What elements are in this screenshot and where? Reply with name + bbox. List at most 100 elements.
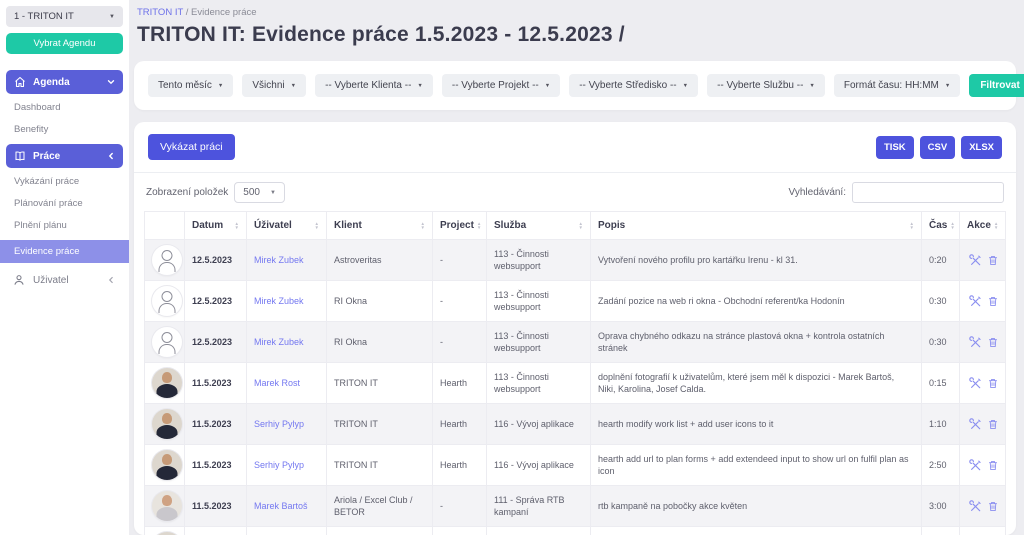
tisk-button[interactable]: TISK [876, 135, 914, 159]
filtrovat-button[interactable]: Filtrovat [969, 74, 1024, 97]
sort-icon[interactable]: ▲ ▼ [315, 221, 319, 230]
cell-project: - [432, 321, 487, 363]
cell-cas: 0:30 [921, 280, 960, 322]
csv-button[interactable]: CSV [919, 135, 956, 159]
user-link[interactable]: Serhiy Pylyp [254, 460, 304, 470]
sidebar-item-dashboard[interactable]: Dashboard [6, 97, 123, 119]
app-window: 1 - TRITON IT ▼ Vybrat Agendu Agenda Das… [0, 0, 1024, 535]
cell-popis: Zadání pozice na web ri okna - Obchodní … [590, 280, 922, 322]
sort-icon[interactable]: ▲ ▼ [477, 221, 481, 230]
tools-icon[interactable] [968, 294, 982, 308]
sidebar-item-vykazani-prace[interactable]: Vykázání práce [6, 171, 123, 193]
sidebar-item-evidence-prace[interactable]: Evidence práce [0, 240, 129, 263]
breadcrumb-separator: / [185, 7, 189, 18]
delete-icon[interactable] [987, 377, 999, 390]
table-header-row: Datum ▲ ▼ Úživatel ▲ ▼ Klient ▲ ▼ Project ▲ ▼ Sl… [144, 211, 1006, 240]
tools-icon[interactable] [968, 499, 982, 513]
caret-down-icon: ▼ [417, 82, 423, 89]
cell-klient: Ariola / Excel Club / BETOR [326, 485, 433, 527]
delete-icon[interactable] [987, 418, 999, 431]
cell-datum: 12.5.2023 [184, 280, 247, 322]
table-row[interactable]: 11.5.2023 Serhiy Pylyp TRITON IT Hearth … [144, 403, 1006, 445]
caret-down-icon: ▼ [544, 82, 551, 89]
header-datum[interactable]: Datum ▲ ▼ [184, 211, 247, 240]
sidebar-nav: Agenda Dashboard Benefity Práce Vykázání… [0, 70, 129, 294]
header-cas[interactable]: Čas ▲ ▼ [921, 211, 960, 240]
cell-datum: 12.5.2023 [184, 239, 247, 281]
filter-dropdown-projekt[interactable]: -- Vyberte Projekt -- ▼ [441, 74, 561, 97]
sidebar-section-uzivatel[interactable]: Uživatel [6, 266, 123, 294]
delete-icon[interactable] [987, 336, 999, 349]
xlsx-button[interactable]: XLSX [961, 135, 1002, 159]
delete-icon[interactable] [987, 500, 999, 513]
caret-down-icon: ▼ [682, 82, 689, 89]
agenda-select[interactable]: 1 - TRITON IT ▼ [6, 6, 123, 27]
cell-sluzba: 116 - Vývoj aplikace [486, 403, 591, 445]
table-row[interactable]: 11.5.2023 Serhiy Pylyp TRITON IT Hearth … [144, 444, 1006, 486]
sort-icon[interactable]: ▲ ▼ [421, 221, 425, 230]
cell-klient: TRITON IT [326, 403, 433, 445]
tools-icon[interactable] [968, 417, 982, 431]
filter-dropdown-label: -- Vyberte Klienta -- [325, 80, 412, 91]
table-row[interactable]: 12.5.2023 Mirek Zubek Astroveritas - 113… [144, 239, 1006, 281]
cell-datum: 11.5.2023 [184, 362, 247, 404]
filter-dropdown-sluzba[interactable]: -- Vyberte Službu -- ▼ [707, 74, 825, 97]
work-records-card: Vykázat práci TISK CSV XLSX Zobrazení po… [134, 122, 1016, 535]
sidebar-item-planovani-prace[interactable]: Plánování práce [6, 193, 123, 215]
filter-dropdown-users[interactable]: Všichni ▼ [242, 74, 307, 97]
header-project[interactable]: Project ▲ ▼ [432, 211, 487, 240]
agenda-select-value: 1 - TRITON IT [14, 11, 74, 22]
tools-icon[interactable] [968, 253, 982, 267]
breadcrumb-current: Evidence práce [191, 7, 257, 18]
header-akce[interactable]: Akce ▲ ▼ [959, 211, 1006, 240]
table-row[interactable]: 12.5.2023 Mirek Zubek RI Okna - 113 - Či… [144, 280, 1006, 322]
user-link[interactable]: Marek Rost [254, 378, 300, 388]
user-link[interactable]: Serhiy Pylyp [254, 419, 304, 429]
tools-icon[interactable] [968, 458, 982, 472]
delete-icon[interactable] [987, 295, 999, 308]
sidebar-section-agenda[interactable]: Agenda [6, 70, 123, 94]
breadcrumb-root-link[interactable]: TRITON IT [137, 7, 183, 18]
table-body: 12.5.2023 Mirek Zubek Astroveritas - 113… [144, 239, 1006, 535]
sort-icon[interactable]: ▲ ▼ [994, 221, 998, 230]
sidebar-item-benefity[interactable]: Benefity [6, 119, 123, 141]
table-row[interactable]: 11.5.2023 Marek Bartoš Ariola / Excel Cl… [144, 485, 1006, 527]
cell-klient: Astroveritas [326, 239, 433, 281]
sidebar-section-prace[interactable]: Práce [6, 144, 123, 168]
tools-icon[interactable] [968, 376, 982, 390]
header-klient[interactable]: Klient ▲ ▼ [326, 211, 433, 240]
sort-icon[interactable]: ▲ ▼ [235, 221, 239, 230]
sort-icon[interactable]: ▲ ▼ [579, 221, 583, 230]
header-uzivatel[interactable]: Úživatel ▲ ▼ [246, 211, 327, 240]
search-input[interactable] [852, 182, 1004, 203]
table-row[interactable]: 11.5.2023 Serhiy Pylyp TRITON IT Hearth … [144, 526, 1006, 535]
filter-dropdown-period[interactable]: Tento měsíc ▼ [148, 74, 234, 97]
sort-icon[interactable]: ▲ ▼ [910, 221, 914, 230]
book-icon [14, 150, 26, 162]
cell-sluzba: 116 - Vývoj aplikace [486, 444, 591, 486]
user-avatar [152, 409, 182, 439]
filter-dropdown-time-format[interactable]: Formát času: HH:MM ▼ [833, 74, 961, 97]
header-sluzba[interactable]: Služba ▲ ▼ [486, 211, 591, 240]
page-size-select[interactable]: 500 ▼ [234, 182, 285, 203]
vybrat-agendu-button[interactable]: Vybrat Agendu [6, 33, 123, 54]
page-title: TRITON IT: Evidence práce 1.5.2023 - 12.… [137, 23, 625, 46]
delete-icon[interactable] [987, 254, 999, 267]
sort-icon[interactable]: ▲ ▼ [950, 221, 954, 230]
sidebar-item-plneni-planu[interactable]: Plnění plánu [6, 215, 123, 237]
user-link[interactable]: Mirek Zubek [254, 337, 304, 347]
delete-icon[interactable] [987, 459, 999, 472]
table-row[interactable]: 11.5.2023 Marek Rost TRITON IT Hearth 11… [144, 362, 1006, 404]
vykazat-praci-button[interactable]: Vykázat práci [148, 134, 235, 160]
filter-dropdown-klient[interactable]: -- Vyberte Klienta -- ▼ [315, 74, 433, 97]
header-popis[interactable]: Popis ▲ ▼ [590, 211, 922, 240]
user-link[interactable]: Mirek Zubek [254, 255, 304, 265]
table-controls: Zobrazení položek 500 ▼ Vyhledávání: [134, 173, 1016, 211]
user-link[interactable]: Mirek Zubek [254, 296, 304, 306]
tools-icon[interactable] [968, 335, 982, 349]
filter-dropdown-stredisko[interactable]: -- Vyberte Středisko -- ▼ [569, 74, 699, 97]
cell-klient: RI Okna [326, 280, 433, 322]
user-link[interactable]: Marek Bartoš [254, 501, 308, 511]
table-row[interactable]: 12.5.2023 Mirek Zubek RI Okna - 113 - Či… [144, 321, 1006, 363]
cell-cas: 3:00 [921, 485, 960, 527]
